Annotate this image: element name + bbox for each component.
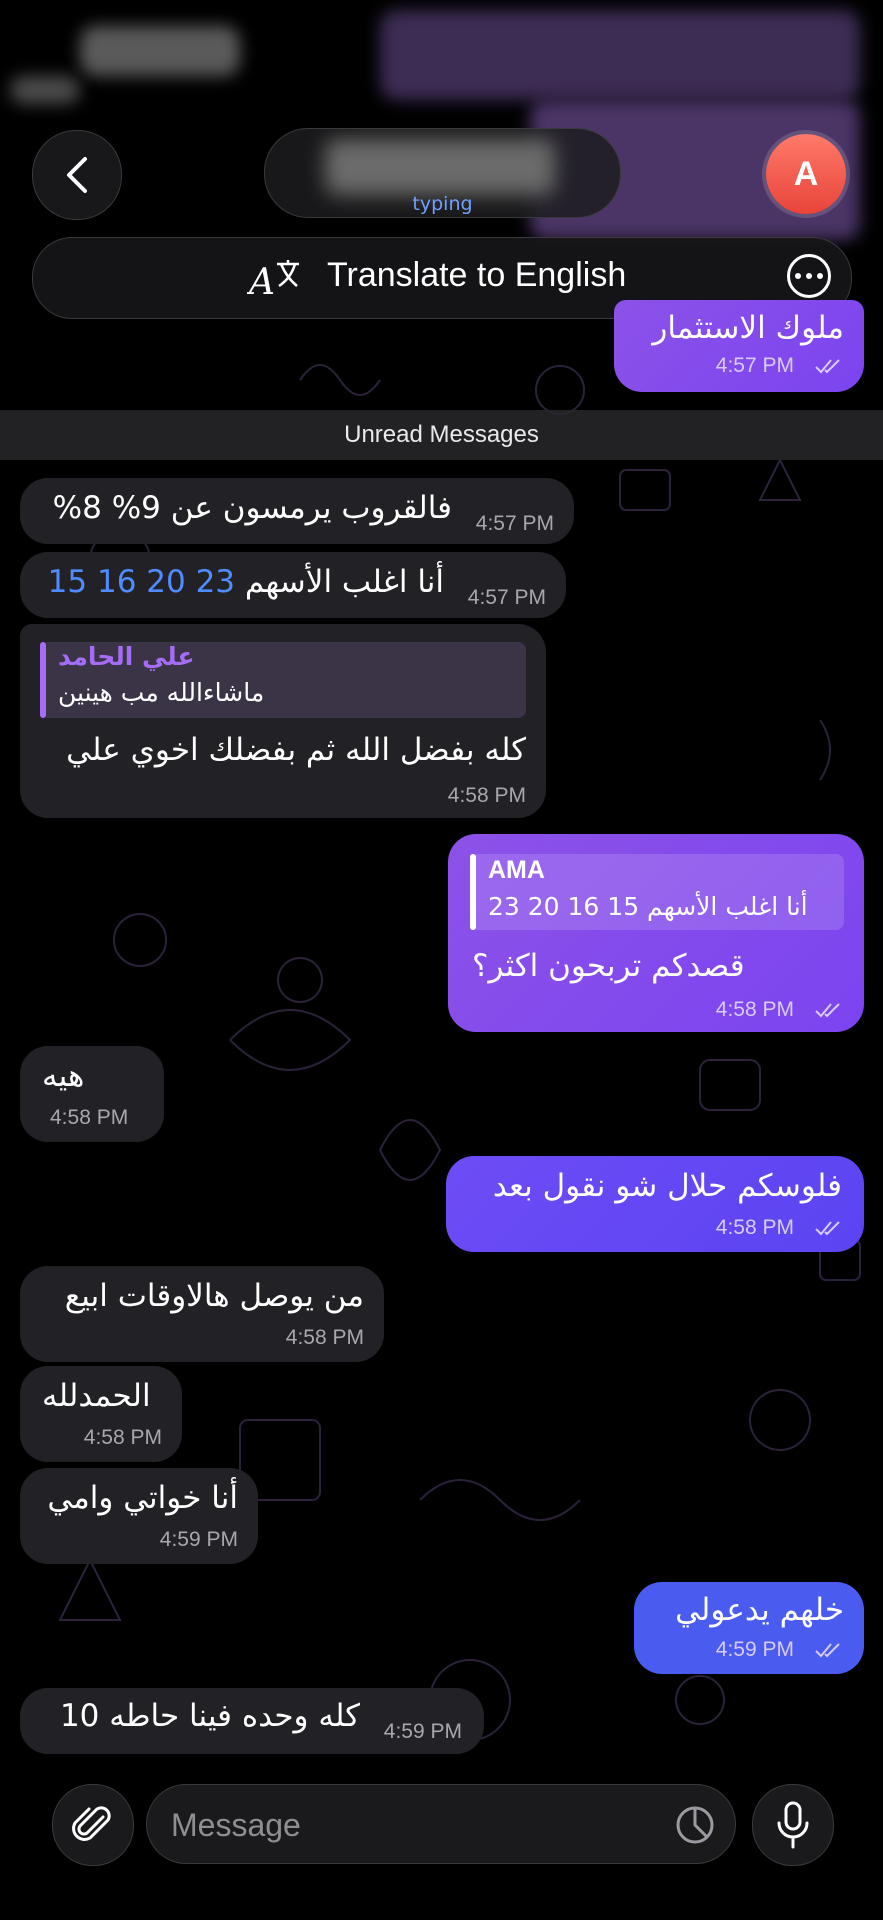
message-text: كله بفضل الله ثم بفضلك اخوي علي: [66, 732, 526, 768]
message-time: 4:58 PM: [447, 784, 526, 807]
message-bubble-outgoing[interactable]: ملوك الاستثمار 4:57 PM: [614, 300, 864, 392]
read-check-icon: [815, 1221, 840, 1236]
typing-status: typing: [412, 193, 473, 215]
message-time: 4:58 PM: [285, 1326, 364, 1349]
translate-icon: A: [247, 260, 299, 302]
blurred-contact-name: [325, 139, 555, 195]
composer-bar: [0, 1770, 883, 1920]
message-text: من يوصل هالاوقات ابيع: [64, 1278, 364, 1314]
reply-author: علي الحامد: [58, 642, 195, 671]
message-text: ملوك الاستثمار: [652, 310, 844, 346]
message-text: قصدكم تربحون اكثر؟: [472, 948, 745, 984]
reply-bar: [40, 642, 46, 718]
message-bubble-incoming[interactable]: كله وحده فينا حاطه 10 4:59 PM: [20, 1688, 484, 1754]
top-bar: typing A: [0, 0, 883, 240]
message-text: هيه: [42, 1058, 85, 1094]
message-time: 4:58 PM: [83, 1426, 162, 1449]
more-button[interactable]: [787, 254, 831, 298]
message-text-prefix: أنا اغلب الأسهم: [244, 564, 444, 600]
message-text: 15 16 20 23 أنا اغلب الأسهم: [48, 564, 444, 600]
unread-divider: Unread Messages: [0, 410, 883, 460]
reply-quote[interactable]: AMA أنا اغلب الأسهم 15 16 20 23: [470, 854, 844, 930]
message-input-container[interactable]: [146, 1784, 736, 1864]
message-bubble-outgoing[interactable]: AMA أنا اغلب الأسهم 15 16 20 23 قصدكم تر…: [448, 834, 864, 1032]
message-time: 4:59 PM: [383, 1720, 462, 1743]
message-text: خلهم يدعولي: [675, 1592, 844, 1628]
message-time: 4:57 PM: [467, 586, 546, 609]
translate-label: Translate to English: [327, 256, 627, 294]
microphone-icon: [777, 1801, 809, 1849]
reply-bar: [470, 854, 476, 930]
chat-title[interactable]: typing: [264, 128, 621, 218]
message-time: 4:59 PM: [715, 1638, 794, 1661]
message-bubble-incoming[interactable]: الحمدلله 4:58 PM: [20, 1366, 182, 1462]
message-time: 4:57 PM: [715, 354, 794, 377]
message-bubble-incoming[interactable]: فالقروب يرمسون عن 9% 8% 4:57 PM: [20, 478, 574, 544]
attach-button[interactable]: [52, 1784, 134, 1866]
message-time: 4:58 PM: [50, 1106, 129, 1129]
read-check-icon: [815, 1003, 840, 1018]
message-text: كله وحده فينا حاطه 10: [59, 1698, 360, 1734]
read-check-icon: [815, 359, 840, 374]
message-time: 4:57 PM: [475, 512, 554, 535]
message-time: 4:58 PM: [715, 1216, 794, 1239]
message-bubble-incoming[interactable]: هيه 4:58 PM: [20, 1046, 164, 1142]
attach-paperclip-icon: [72, 1806, 111, 1841]
sticker-icon[interactable]: [675, 1805, 715, 1845]
highlighted-numbers[interactable]: 15 16 20 23: [48, 564, 235, 600]
reply-author: AMA: [488, 856, 545, 884]
reply-text: ماشاءالله مب هينين: [58, 678, 265, 707]
message-bubble-incoming[interactable]: من يوصل هالاوقات ابيع 4:58 PM: [20, 1266, 384, 1362]
reply-quote[interactable]: علي الحامد ماشاءالله مب هينين: [40, 642, 526, 718]
message-text: فالقروب يرمسون عن 9% 8%: [52, 490, 452, 526]
read-check-icon: [815, 1643, 840, 1658]
message-time: 4:58 PM: [715, 998, 794, 1021]
reply-text: أنا اغلب الأسهم 15 16 20 23: [488, 892, 808, 921]
microphone-button[interactable]: [752, 1784, 834, 1866]
message-input[interactable]: [169, 1801, 613, 1849]
message-text: فلوسكم حلال شو نقول بعد: [492, 1168, 842, 1204]
avatar-initial: A: [793, 154, 819, 193]
avatar[interactable]: A: [766, 134, 846, 214]
message-text: أنا خواتي وامي: [47, 1480, 238, 1516]
message-time: 4:59 PM: [159, 1528, 238, 1551]
message-text: الحمدلله: [42, 1378, 151, 1414]
more-icon: [795, 273, 801, 279]
back-chevron-icon: [67, 157, 87, 193]
message-bubble-incoming[interactable]: 15 16 20 23 أنا اغلب الأسهم 4:57 PM: [20, 552, 566, 618]
svg-text:A: A: [247, 262, 275, 302]
message-bubble-incoming[interactable]: علي الحامد ماشاءالله مب هينين كله بفضل ا…: [20, 624, 546, 818]
unread-label: Unread Messages: [344, 421, 539, 448]
message-bubble-outgoing[interactable]: فلوسكم حلال شو نقول بعد 4:58 PM: [446, 1156, 864, 1252]
message-bubble-incoming[interactable]: أنا خواتي وامي 4:59 PM: [20, 1468, 258, 1564]
back-button[interactable]: [32, 130, 122, 220]
message-bubble-outgoing[interactable]: خلهم يدعولي 4:59 PM: [634, 1582, 864, 1674]
